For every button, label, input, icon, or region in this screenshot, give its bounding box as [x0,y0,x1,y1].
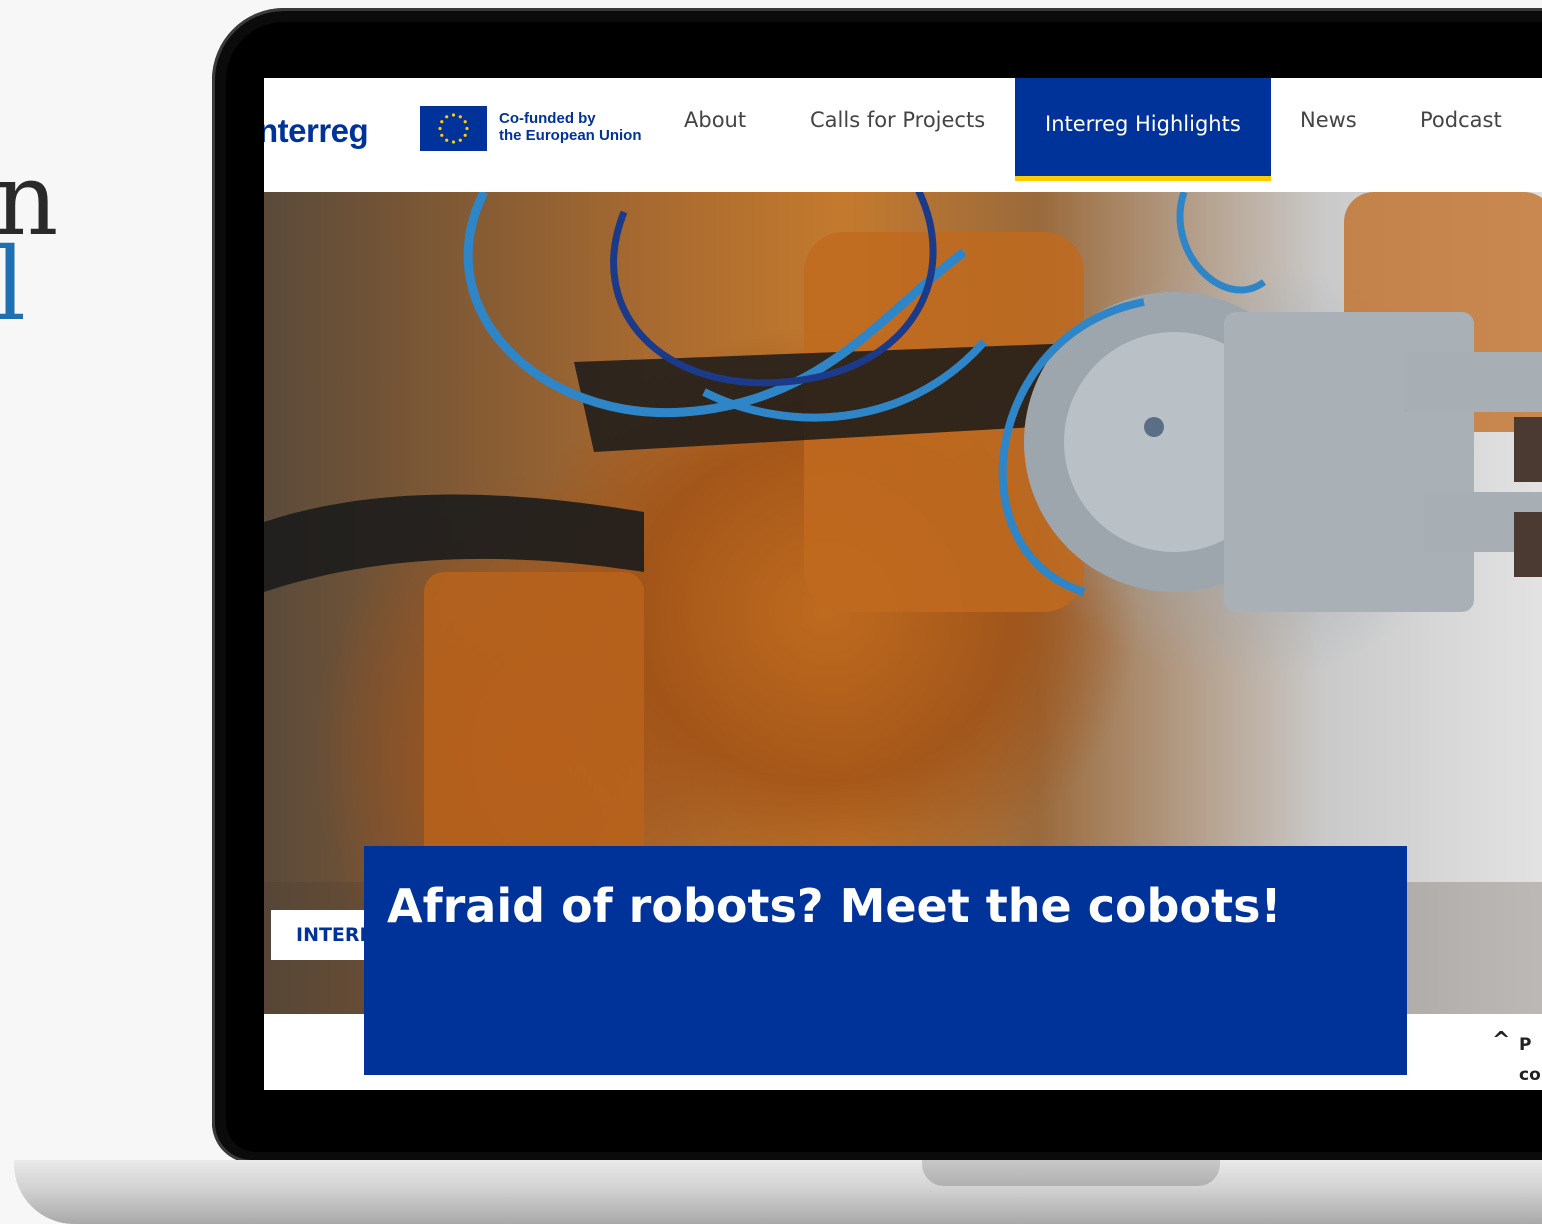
laptop-notch [922,1160,1220,1186]
site-navbar: nterreg Co-funded by the European Union … [264,78,1542,192]
interreg-logo[interactable]: nterreg [264,112,369,150]
article-title-box[interactable]: Afraid of robots? Meet the cobots! [364,846,1407,1075]
cofunded-line-2: the European Union [499,127,642,144]
article-title: Afraid of robots? Meet the cobots! [387,879,1282,933]
nav-item-about[interactable]: About [684,108,746,138]
chevron-up-icon[interactable]: ^ [1492,1028,1510,1053]
back-to-top-label[interactable]: P co [1519,1030,1542,1090]
cofunded-line-1: Co-funded by [499,110,596,127]
cofunded-label: Co-funded by the European Union [499,110,642,144]
website-screen: nterreg Co-funded by the European Union … [264,78,1542,1090]
nav-item-interreg-highlights[interactable]: Interreg Highlights [1015,78,1271,181]
nav-item-podcast[interactable]: Podcast [1420,108,1502,138]
nav-item-calls-for-projects[interactable]: Calls for Projects [810,108,985,138]
eu-flag-icon [420,106,487,151]
back-to-top-line-1: P [1519,1035,1532,1055]
left-text-fragment-blue: l [0,226,26,343]
back-to-top-line-2: co [1519,1065,1541,1085]
laptop-base [14,1160,1542,1224]
nav-item-news[interactable]: News [1300,108,1357,138]
